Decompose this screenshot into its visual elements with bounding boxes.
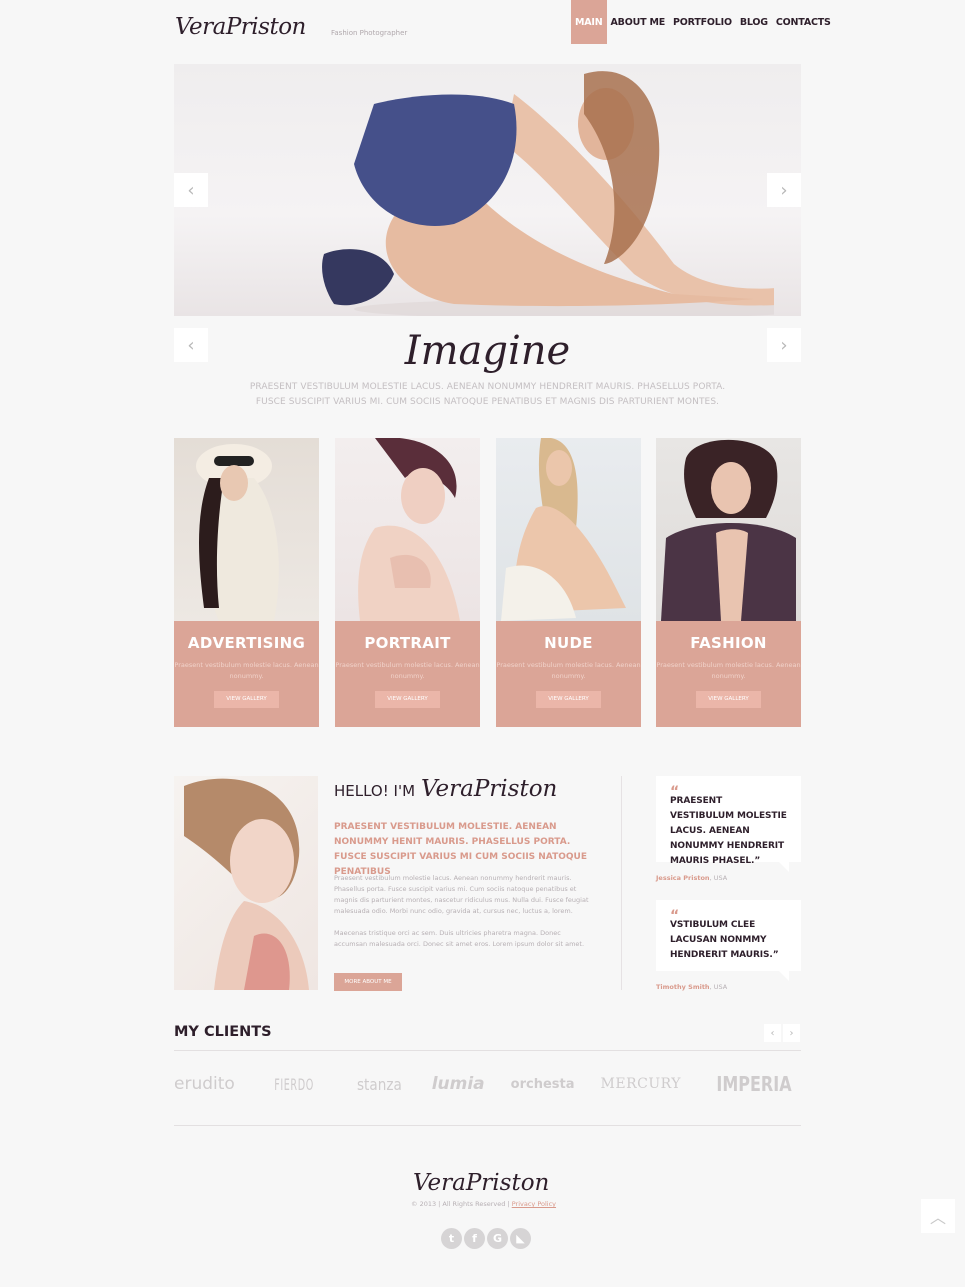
testimonial-card: “ PRAESENT VESTIBULUM MOLESTIE LACUS. AE… — [656, 776, 801, 872]
gallery-panel: PORTRAIT Praesent vestibulum molestie la… — [335, 621, 480, 727]
gallery-photo — [335, 438, 480, 621]
testimonial-quote: VSTIBULUM CLEE LACUSAN NONMMY HENDRERIT … — [670, 920, 779, 960]
gallery-desc: Praesent vestibulum molestie lacus. Aene… — [496, 661, 641, 680]
vertical-divider — [621, 776, 622, 990]
nav-about-me[interactable]: ABOUT ME — [607, 0, 670, 44]
copyright-text: © 2013 | All Rights Reserved | — [411, 1200, 510, 1208]
rss-icon[interactable]: ◣ — [510, 1228, 531, 1249]
gallery-desc: Praesent vestibulum molestie lacus. Aene… — [335, 661, 480, 680]
footer-divider — [174, 1125, 801, 1126]
chevron-up-icon: ︿ — [929, 1208, 946, 1227]
gallery-title: NUDE — [544, 634, 593, 652]
site-logo[interactable]: VeraPriston — [175, 14, 306, 40]
gallery-card-portrait: PORTRAIT Praesent vestibulum molestie la… — [335, 438, 480, 727]
speech-tail — [779, 862, 789, 872]
more-about-me-button[interactable]: MORE ABOUT ME — [334, 973, 402, 991]
client-logo[interactable]: IMPERIA — [716, 1072, 791, 1096]
testimonial-quote: PRAESENT VESTIBULUM MOLESTIE LACUS. AENE… — [670, 796, 787, 866]
client-logo[interactable]: lumia — [432, 1074, 485, 1094]
nav-contacts[interactable]: CONTACTS — [772, 0, 835, 44]
author-location: , USA — [709, 874, 728, 882]
twitter-icon[interactable]: t — [441, 1228, 462, 1249]
nav-portfolio[interactable]: PORTFOLIO — [669, 0, 736, 44]
author-name: Jessica Priston — [656, 874, 710, 882]
chevron-left-icon: ‹ — [187, 179, 195, 201]
hero-image — [322, 71, 774, 316]
gallery-panel: NUDE Praesent vestibulum molestie lacus.… — [496, 621, 641, 727]
view-gallery-button[interactable]: VIEW GALLERY — [375, 691, 440, 708]
social-links: t f G ◣ — [441, 1228, 531, 1249]
gallery-desc: Praesent vestibulum molestie lacus. Aene… — [656, 661, 801, 680]
gallery-panel: ADVERTISING Praesent vestibulum molestie… — [174, 621, 319, 727]
chevron-right-icon: › — [780, 179, 788, 201]
gallery-title: FASHION — [690, 634, 767, 652]
clients-nav: ‹ › — [764, 1024, 800, 1042]
view-gallery-button[interactable]: VIEW GALLERY — [536, 691, 601, 708]
speech-tail — [779, 971, 789, 981]
about-heading: HELLO! I'M VeraPriston — [334, 776, 557, 802]
hello-text: HELLO! I'M — [334, 782, 416, 800]
privacy-policy-link[interactable]: Privacy Policy — [512, 1200, 556, 1208]
clients-next-button[interactable]: › — [783, 1024, 800, 1042]
nav-main[interactable]: MAIN — [571, 0, 607, 44]
gallery-desc: Praesent vestibulum molestie lacus. Aene… — [174, 661, 319, 680]
clients-prev-button[interactable]: ‹ — [764, 1024, 781, 1042]
facebook-icon[interactable]: f — [464, 1228, 485, 1249]
footer-logo[interactable]: VeraPriston — [413, 1170, 549, 1196]
google-icon[interactable]: G — [487, 1228, 508, 1249]
author-location: , USA — [709, 983, 728, 991]
gallery-panel: FASHION Praesent vestibulum molestie lac… — [656, 621, 801, 727]
clients-title: MY CLIENTS — [174, 1024, 272, 1040]
main-nav: MAIN ABOUT ME PORTFOLIO BLOG CONTACTS — [571, 0, 835, 44]
testimonial-author: Jessica Priston, USA — [656, 874, 727, 882]
view-gallery-button[interactable]: VIEW GALLERY — [696, 691, 761, 708]
view-gallery-button[interactable]: VIEW GALLERY — [214, 691, 279, 708]
author-name: Timothy Smith — [656, 983, 710, 991]
client-logo[interactable]: MERCURY — [601, 1076, 681, 1092]
about-name: VeraPriston — [421, 776, 558, 802]
gallery-card-advertising: ADVERTISING Praesent vestibulum molestie… — [174, 438, 319, 727]
testimonial-card: “ VSTIBULUM CLEE LACUSAN NONMMY HENDRERI… — [656, 900, 801, 981]
gallery-card-nude: NUDE Praesent vestibulum molestie lacus.… — [496, 438, 641, 727]
client-logos: erudito FIERDO stanza lumia orchesta MER… — [174, 1072, 801, 1096]
gallery-title: PORTRAIT — [364, 634, 451, 652]
slide-headline: Imagine — [404, 328, 571, 374]
about-paragraph-1: Praesent vestibulum molestie lacus. Aene… — [334, 874, 589, 915]
about-paragraph-2: Maecenas tristique orci ac sem. Duis ult… — [334, 929, 585, 948]
gallery-card-fashion: FASHION Praesent vestibulum molestie lac… — [656, 438, 801, 727]
client-logo[interactable]: orchesta — [511, 1077, 575, 1092]
chevron-right-icon: › — [789, 1027, 794, 1039]
clients-divider — [174, 1050, 801, 1051]
slider-next-button[interactable]: › — [767, 173, 801, 207]
testimonial-author: Timothy Smith, USA — [656, 983, 727, 991]
about-body: Praesent vestibulum molestie lacus. Aene… — [334, 873, 589, 950]
gallery-photo — [496, 438, 641, 621]
client-logo[interactable]: stanza — [357, 1075, 402, 1094]
about-photo — [174, 776, 318, 990]
hero-slider — [174, 64, 801, 316]
nav-blog[interactable]: BLOG — [736, 0, 772, 44]
gallery-title: ADVERTISING — [187, 634, 306, 652]
about-lead: PRAESENT VESTIBULUM MOLESTIE. AENEAN NON… — [334, 822, 587, 877]
slider-prev-button[interactable]: ‹ — [174, 173, 208, 207]
copyright: © 2013 | All Rights Reserved | Privacy P… — [411, 1200, 556, 1208]
chevron-left-icon: ‹ — [770, 1027, 775, 1039]
gallery-photo — [174, 438, 319, 621]
site-tagline: Fashion Photographer — [331, 29, 408, 37]
gallery-photo — [656, 438, 801, 621]
back-to-top-button[interactable]: ︿ — [921, 1199, 955, 1233]
client-logo[interactable]: erudito — [174, 1074, 235, 1094]
client-logo[interactable]: FIERDO — [274, 1075, 314, 1094]
slide-text: PRAESENT VESTIBULUM MOLESTIE LACUS. AENE… — [249, 382, 726, 407]
